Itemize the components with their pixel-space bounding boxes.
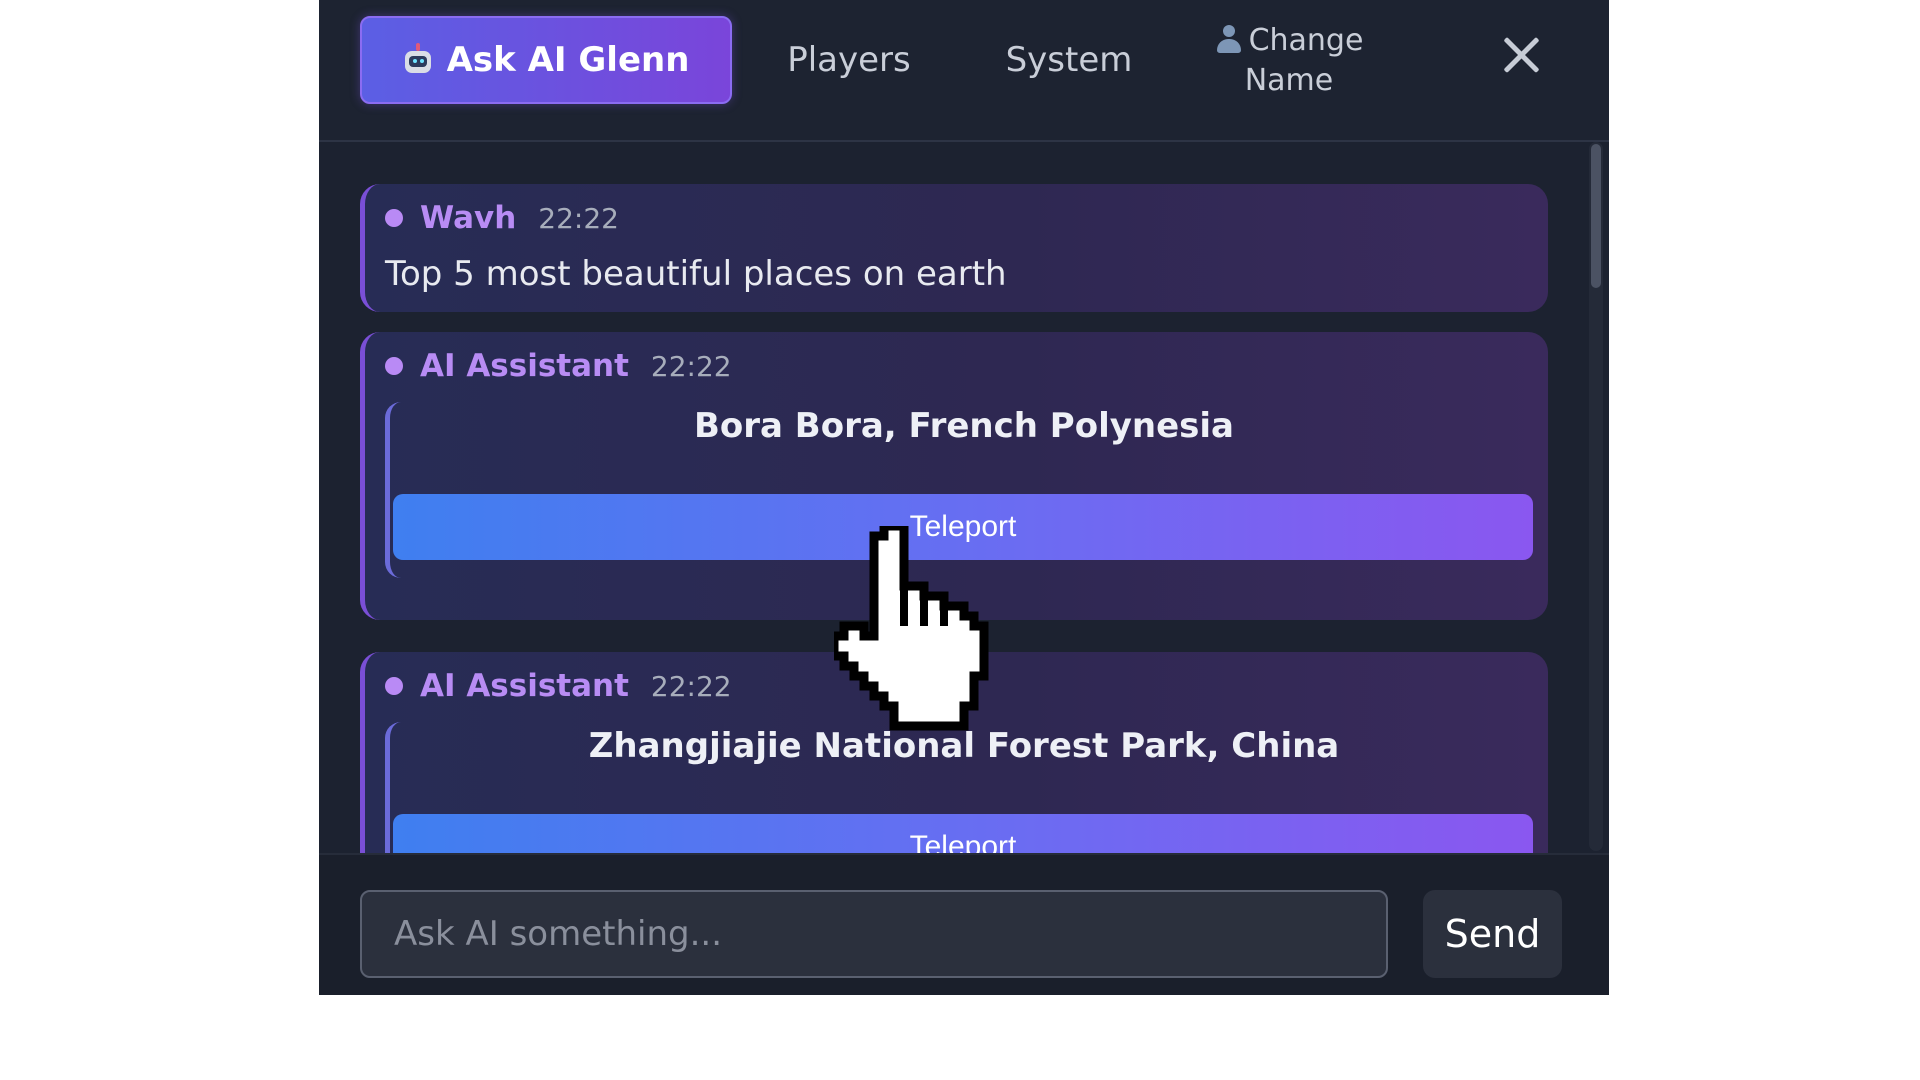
scrollbar[interactable] bbox=[1589, 142, 1603, 851]
author-dot bbox=[385, 357, 403, 375]
author-dot bbox=[385, 677, 403, 695]
message-list[interactable]: Wavh 22:22 Top 5 most beautiful places o… bbox=[319, 142, 1609, 853]
change-name-button[interactable]: Change Name bbox=[1189, 16, 1389, 106]
place-name: Zhangjiajie National Forest Park, China bbox=[588, 726, 1340, 766]
teleport-button[interactable]: Teleport bbox=[393, 814, 1533, 853]
message-header: Wavh 22:22 bbox=[385, 198, 619, 238]
tab-system-label: System bbox=[1005, 40, 1133, 80]
scrollbar-thumb[interactable] bbox=[1591, 144, 1601, 288]
place-card: Bora Bora, French Polynesia Teleport bbox=[385, 402, 1538, 578]
change-name-label-line1: Change bbox=[1248, 23, 1364, 58]
message-author: Wavh bbox=[420, 200, 517, 236]
message-text: Top 5 most beautiful places on earth bbox=[385, 254, 1007, 294]
ask-ai-input[interactable] bbox=[360, 890, 1388, 978]
place-name: Bora Bora, French Polynesia bbox=[693, 406, 1235, 446]
chat-message: AI Assistant 22:22 Zhangjiajie National … bbox=[360, 652, 1548, 853]
robot-icon bbox=[403, 43, 433, 77]
message-time: 22:22 bbox=[650, 669, 732, 703]
send-button[interactable]: Send bbox=[1423, 890, 1562, 978]
tab-players[interactable]: Players bbox=[759, 16, 939, 104]
message-author: AI Assistant bbox=[420, 668, 629, 704]
tab-system[interactable]: System bbox=[979, 16, 1159, 104]
place-card: Zhangjiajie National Forest Park, China … bbox=[385, 722, 1538, 853]
chat-message: Wavh 22:22 Top 5 most beautiful places o… bbox=[360, 184, 1548, 312]
message-time: 22:22 bbox=[650, 349, 732, 383]
message-author: AI Assistant bbox=[420, 348, 629, 384]
user-icon bbox=[1215, 25, 1243, 53]
change-name-label-line2: Name bbox=[1244, 63, 1334, 98]
chat-message: AI Assistant 22:22 Bora Bora, French Pol… bbox=[360, 332, 1548, 620]
tab-players-label: Players bbox=[787, 40, 911, 80]
tab-ask-ai-label: Ask AI Glenn bbox=[446, 40, 690, 80]
tab-ask-ai[interactable]: Ask AI Glenn bbox=[360, 16, 732, 104]
chat-input-bar: Send bbox=[319, 853, 1609, 995]
author-dot bbox=[385, 209, 403, 227]
chat-header: Ask AI Glenn Players System Change Name bbox=[319, 0, 1609, 142]
message-header: AI Assistant 22:22 bbox=[385, 666, 732, 706]
chat-panel: Ask AI Glenn Players System Change Name … bbox=[319, 0, 1609, 995]
close-icon[interactable] bbox=[1497, 30, 1547, 80]
message-time: 22:22 bbox=[538, 201, 619, 235]
teleport-button[interactable]: Teleport bbox=[393, 494, 1533, 560]
message-header: AI Assistant 22:22 bbox=[385, 346, 732, 386]
